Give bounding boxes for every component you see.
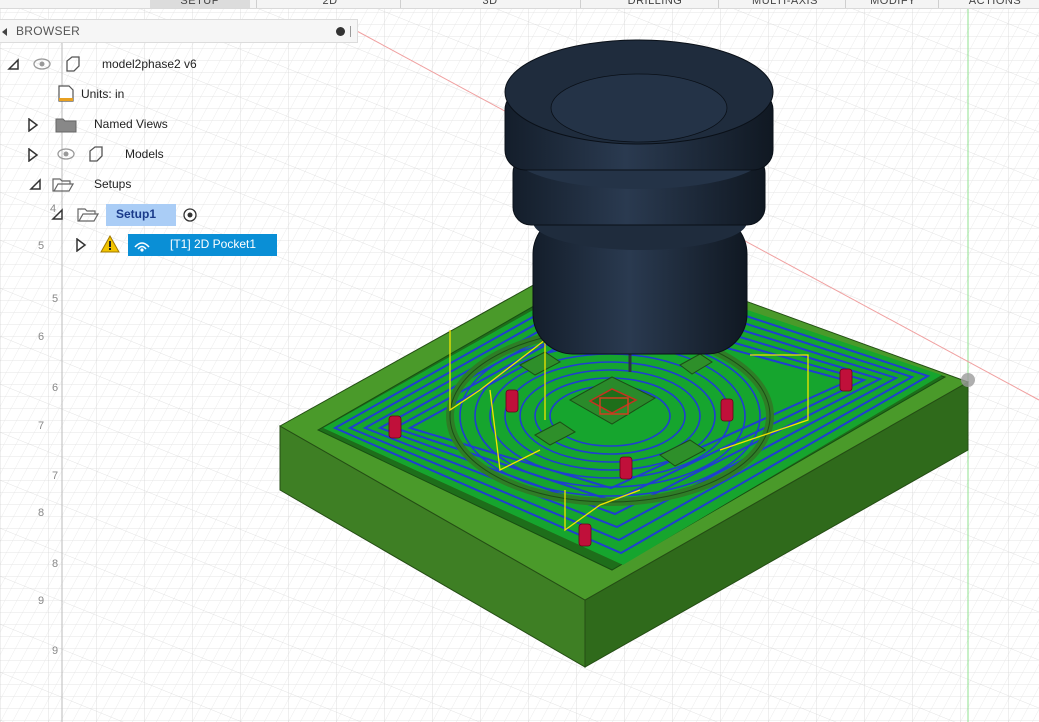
expanded-triangle-icon[interactable]	[29, 178, 41, 190]
origin-marker	[961, 373, 975, 387]
tree-item-models[interactable]: Models	[0, 144, 230, 166]
tab-divider	[580, 0, 581, 8]
ruler-label: 8	[52, 558, 59, 570]
collapsed-triangle-icon[interactable]	[27, 148, 39, 162]
document-icon	[58, 85, 74, 102]
eye-icon[interactable]	[32, 57, 52, 71]
tab-setup[interactable]: SETUP	[150, 0, 250, 8]
ruler-label: 6	[38, 331, 45, 343]
tab-2d[interactable]: 2D	[290, 0, 370, 8]
tab-3d[interactable]: 3D	[450, 0, 530, 8]
collapsed-triangle-icon[interactable]	[27, 118, 39, 132]
tree-item-setups[interactable]: Setups	[0, 174, 230, 196]
expanded-triangle-icon[interactable]	[7, 58, 19, 70]
ruler-label: 9	[52, 645, 59, 657]
pocket-operation-icon	[134, 242, 150, 252]
tree-item-label: Units: in	[81, 87, 125, 101]
component-icon	[89, 146, 103, 162]
cutting-tool	[504, 39, 774, 372]
activate-radio-icon[interactable]	[182, 207, 198, 223]
tab-divider	[938, 0, 939, 8]
tab-divider	[256, 0, 257, 8]
ruler-label: 8	[38, 507, 45, 519]
ruler-label: 9	[38, 595, 45, 607]
tree-item-label: Models	[125, 147, 164, 161]
browser-title: BROWSER	[16, 24, 81, 38]
tree-item-label: [T1] 2D Pocket1	[170, 237, 257, 251]
tree-item-label: Named Views	[94, 117, 168, 131]
ruler-label: 7	[52, 470, 59, 482]
pin-icon[interactable]	[336, 27, 345, 36]
tree-item-operation[interactable]: [T1] 2D Pocket1	[0, 234, 280, 256]
tree-item-setup1[interactable]: Setup1	[0, 204, 230, 226]
eye-icon[interactable]	[56, 147, 76, 161]
browser-panel-header[interactable]: BROWSER	[0, 19, 358, 43]
tree-item-label: Setups	[94, 177, 132, 191]
open-folder-icon	[52, 178, 74, 192]
tab-actions[interactable]: ACTIONS	[955, 0, 1035, 8]
folder-icon	[55, 118, 77, 133]
tree-item-label: model2phase2 v6	[102, 57, 197, 71]
collapse-arrow-icon[interactable]	[2, 28, 7, 36]
expanded-triangle-icon[interactable]	[51, 208, 63, 220]
tab-multi-axis[interactable]: MULTI-AXIS	[735, 0, 835, 8]
tab-divider	[718, 0, 719, 8]
workspace-tab-bar: SETUP 2D 3D DRILLING MULTI-AXIS MODIFY A…	[0, 0, 1039, 9]
ruler-label: 7	[38, 420, 45, 432]
collapsed-triangle-icon[interactable]	[75, 238, 87, 252]
tree-item-units[interactable]: Units: in	[0, 84, 230, 106]
tab-modify[interactable]: MODIFY	[858, 0, 928, 8]
tree-item-root[interactable]: model2phase2 v6	[0, 54, 230, 76]
panel-resize-handle[interactable]	[350, 26, 351, 37]
tree-item-named-views[interactable]: Named Views	[0, 114, 230, 136]
tab-divider	[845, 0, 846, 8]
tree-item-label: Setup1	[116, 207, 157, 221]
tab-drilling[interactable]: DRILLING	[605, 0, 705, 8]
ruler-label: 6	[52, 382, 59, 394]
open-folder-icon	[77, 208, 99, 222]
component-icon	[66, 56, 80, 72]
tab-divider	[400, 0, 401, 8]
ruler-label: 5	[52, 293, 59, 305]
warning-icon	[100, 235, 120, 253]
